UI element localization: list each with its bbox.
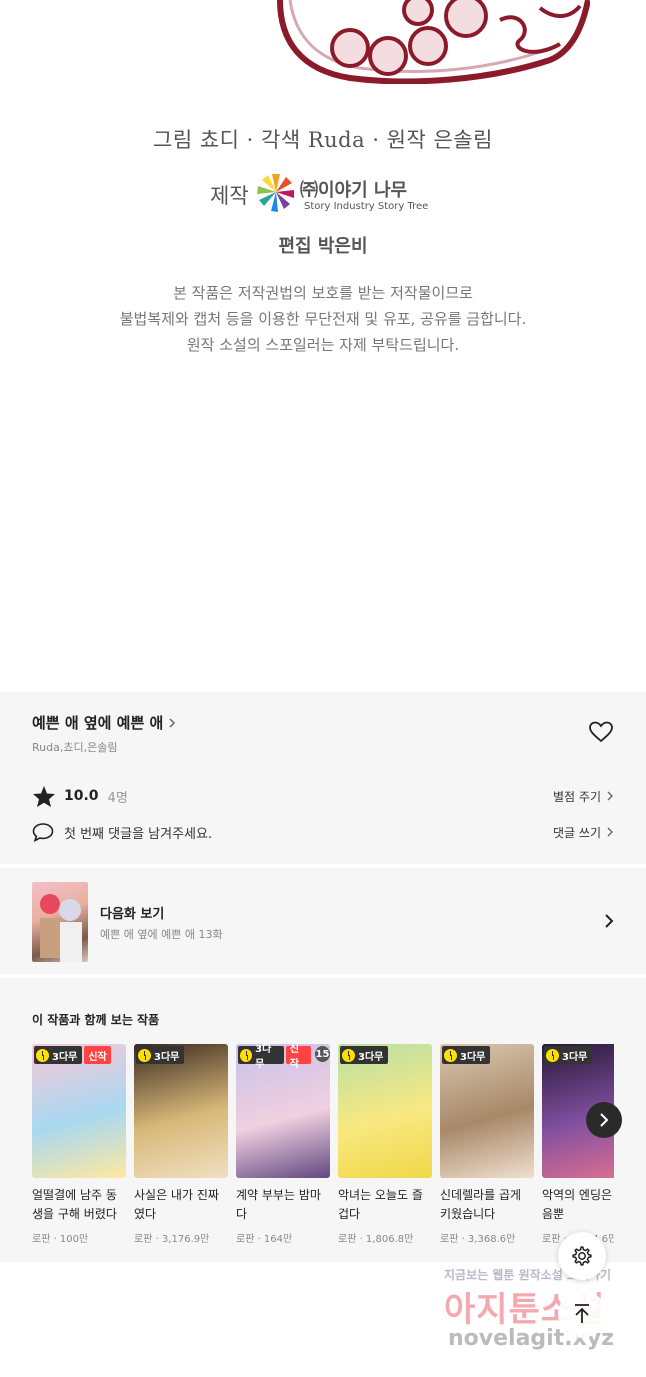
recommendation-title: 얼떨결에 남주 동생을 구해 버렸다: [32, 1188, 117, 1221]
recommendations-list: 3다무 신작얼떨결에 남주 동생을 구해 버렸다로판 · 100만 3다무사실은 내…: [32, 1044, 614, 1254]
recommendation-cover: 3다무: [338, 1044, 432, 1178]
next-episode-label: 다음화 보기: [100, 907, 165, 922]
credits-section: 그림 쵸디 · 각색 Ruda · 원작 은솔림 제작 ㈜이야기 나무 Stor…: [0, 0, 646, 692]
work-info-panel: 예쁜 애 옆에 예쁜 애 Ruda,쵸디,은솔림 10.0 4명 별점 주기 첫…: [0, 692, 646, 864]
new-badge: 신작: [285, 1044, 312, 1070]
recommendation-badges: 3다무: [442, 1046, 491, 1064]
recommendation-title: 악역의 엔딩은 죽음뿐: [542, 1188, 614, 1221]
arrow-up-icon: [575, 1304, 589, 1323]
recommendation-cover: 3다무: [440, 1044, 534, 1178]
watermark: 지금보는 웹툰 원작소설 보러가기 아지툰소설 novelagit.xyz: [440, 1266, 640, 1366]
recommendation-card[interactable]: 3다무악녀는 오늘도 즐겁다로판 · 1,806.8만: [338, 1044, 432, 1254]
wait-free-badge: 3다무: [544, 1046, 593, 1064]
wait-free-label: 3다무: [460, 1051, 486, 1063]
wait-free-badge: 3다무: [442, 1046, 491, 1064]
rating-count: 4명: [107, 790, 128, 806]
production-label: 제작: [210, 184, 249, 208]
recommendation-badges: 3다무 신작: [34, 1046, 111, 1064]
wait-free-label: 3다무: [52, 1051, 78, 1063]
wait-free-label: 3다무: [255, 1044, 272, 1070]
ornament-illustration: [277, 0, 590, 84]
new-badge: 신작: [84, 1046, 111, 1064]
recommendation-card[interactable]: 3다무 신작얼떨결에 남주 동생을 구해 버렸다로판 · 100만: [32, 1044, 126, 1254]
wait-free-label: 3다무: [562, 1051, 588, 1063]
wait-free-badge: 3다무: [34, 1046, 83, 1064]
chevron-right-icon: [607, 827, 613, 837]
work-authors: Ruda,쵸디,은솔림: [32, 741, 118, 754]
work-title-link[interactable]: 예쁜 애 옆에 예쁜 애: [32, 712, 177, 733]
gear-icon: [572, 1246, 592, 1266]
chevron-right-icon: [605, 914, 614, 928]
comment-prompt: 첫 번째 댓글을 남겨주세요.: [64, 826, 213, 842]
chevron-right-icon: [169, 717, 176, 728]
rating-value: 10.0: [64, 788, 99, 804]
work-title: 예쁜 애 옆에 예쁜 애: [32, 714, 164, 732]
scroll-top-button[interactable]: [558, 1290, 606, 1338]
recommendation-meta: 로판 · 3,368.6만: [440, 1234, 516, 1245]
recommendation-meta: 로판 · 1,806.8만: [338, 1234, 414, 1245]
recommendation-badges: 3다무: [544, 1046, 593, 1064]
chevron-right-icon: [600, 1113, 609, 1127]
publisher-logo: [257, 174, 294, 212]
wait-free-badge: 3다무: [136, 1046, 185, 1064]
star-icon: [33, 785, 55, 807]
notice-line: 불법복제와 캡처 등을 이용한 무단전재 및 유포, 공유를 금합니다.: [119, 310, 527, 328]
recommendation-badges: 3다무: [136, 1046, 185, 1064]
next-episode-button[interactable]: 다음화 보기 예쁜 애 옆에 예쁜 애 13화: [0, 868, 646, 974]
publisher-tagline: Story Industry Story Tree: [304, 201, 429, 212]
recommendation-title: 신데렐라를 곱게 키웠습니다: [440, 1188, 522, 1221]
next-episode-subtitle: 예쁜 애 옆에 예쁜 애 13화: [100, 928, 223, 941]
recommendation-cover: 3다무 신작: [32, 1044, 126, 1178]
speech-bubble-icon: [32, 823, 54, 842]
recommendation-cover: 3다무 신작 15: [236, 1044, 330, 1178]
next-episode-thumbnail: [32, 882, 88, 962]
recommendation-title: 악녀는 오늘도 즐겁다: [338, 1188, 423, 1221]
clock-icon: [36, 1048, 49, 1062]
wait-free-label: 3다무: [358, 1051, 384, 1063]
write-comment-label: 댓글 쓰기: [553, 825, 601, 840]
chevron-right-icon: [607, 791, 613, 801]
rate-label: 별점 주기: [553, 789, 601, 804]
recommendations-title: 이 작품과 함께 보는 작품: [32, 1013, 160, 1027]
thumbnail-illustration: [40, 894, 82, 962]
recommendation-card[interactable]: 3다무신데렐라를 곱게 키웠습니다로판 · 3,368.6만: [440, 1044, 534, 1254]
clock-icon: [342, 1048, 355, 1062]
recommendation-meta: 로판 · 164만: [236, 1234, 293, 1245]
recommendation-title: 사실은 내가 진짜였다: [134, 1188, 219, 1221]
wait-free-badge: 3다무: [238, 1044, 284, 1070]
rate-button[interactable]: 별점 주기: [553, 788, 614, 805]
clock-icon: [546, 1048, 559, 1062]
publisher-name: ㈜이야기 나무: [300, 180, 408, 201]
credit-editor: 편집 박은비: [278, 236, 368, 257]
clock-icon: [240, 1048, 253, 1062]
recommendation-title: 계약 부부는 밤마다: [236, 1188, 321, 1221]
carousel-next-button[interactable]: [586, 1102, 622, 1138]
wait-free-badge: 3다무: [340, 1046, 389, 1064]
recommendation-badges: 3다무: [340, 1046, 389, 1064]
recommendations-section: 이 작품과 함께 보는 작품 3다무 신작얼떨결에 남주 동생을 구해 버렸다로판…: [0, 978, 646, 1262]
notice-line: 본 작품은 저작권법의 보호를 받는 저작물이므로: [173, 284, 473, 302]
notice-line: 원작 소설의 스포일러는 자제 부탁드립니다.: [186, 336, 460, 354]
clock-icon: [138, 1048, 151, 1062]
recommendation-cover: 3다무: [134, 1044, 228, 1178]
settings-button[interactable]: [558, 1232, 606, 1280]
clock-icon: [444, 1048, 457, 1062]
copyright-notice: 본 작품은 저작권법의 보호를 받는 저작물이므로 불법복제와 캡처 등을 이용…: [0, 280, 646, 358]
recommendation-meta: 로판 · 3,176.9만: [134, 1234, 210, 1245]
age-rating-badge: 15: [315, 1046, 330, 1062]
rating-row: 10.0 4명 별점 주기: [32, 784, 614, 808]
recommendation-card[interactable]: 3다무악역의 엔딩은 죽음뿐로판 · 5,094.6만: [542, 1044, 614, 1254]
recommendation-badges: 3다무 신작 15: [238, 1044, 330, 1070]
recommendation-meta: 로판 · 100만: [32, 1234, 89, 1245]
heart-icon[interactable]: [588, 720, 614, 744]
recommendation-card[interactable]: 3다무 신작 15 계약 부부는 밤마다로판 · 164만: [236, 1044, 330, 1254]
recommendation-card[interactable]: 3다무사실은 내가 진짜였다로판 · 3,176.9만: [134, 1044, 228, 1254]
comment-row: 첫 번째 댓글을 남겨주세요. 댓글 쓰기: [32, 820, 614, 844]
credit-authors: 그림 쵸디 · 각색 Ruda · 원작 은솔림: [153, 128, 493, 152]
production-credit: 제작 ㈜이야기 나무 Story Industry Story Tree: [210, 170, 440, 218]
write-comment-button[interactable]: 댓글 쓰기: [553, 824, 614, 841]
wait-free-label: 3다무: [154, 1051, 180, 1063]
